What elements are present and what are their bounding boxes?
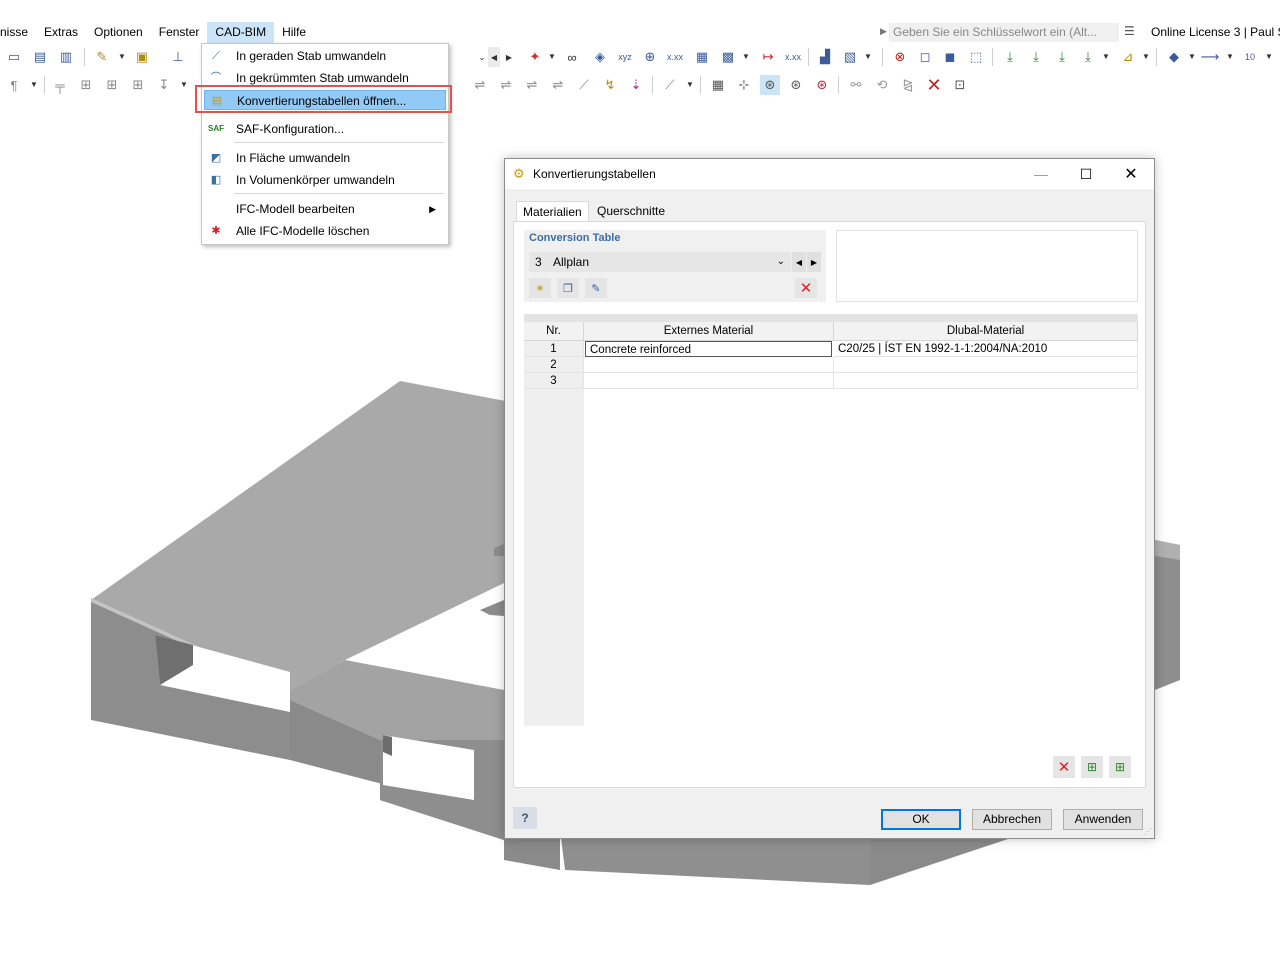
cad-bim-menu: ⟋ In geraden Stab umwandeln ⌒ In gekrümm… <box>201 43 449 245</box>
surface-icon: ◩ <box>208 150 224 166</box>
curved-member-icon: ⌒ <box>208 70 224 86</box>
conversion-table-group: Conversion Table 3Allplan ⌄ ◀ ▶ ✶ ❐ ✎ ✕ <box>524 230 826 302</box>
maximize-icon[interactable]: ☐ <box>1063 159 1109 189</box>
external-material-cell[interactable]: Concrete reinforced <box>585 341 832 357</box>
highlight-frame <box>195 85 452 113</box>
table-info-panel <box>836 230 1138 302</box>
help-icon[interactable]: ? <box>513 807 537 829</box>
dlubal-material-cell[interactable] <box>834 373 1138 389</box>
apply-button[interactable]: Anwenden <box>1063 809 1143 830</box>
conversion-table-icon: ⚙ <box>513 166 529 182</box>
conversion-table-label: Conversion Table <box>529 232 620 244</box>
conversion-table-select[interactable]: 3Allplan ⌄ <box>529 252 791 272</box>
minimize-icon[interactable]: — <box>1018 159 1064 189</box>
external-material-cell[interactable] <box>584 357 834 373</box>
dialog-title: Konvertierungstabellen <box>533 159 656 189</box>
grid-header-strip <box>524 314 1138 322</box>
tab-materialien[interactable]: Materialien <box>516 201 589 223</box>
materials-grid: Nr. Externes Material Dlubal-Material 1 … <box>524 314 1138 784</box>
table-name: Allplan <box>553 255 589 269</box>
next-table-icon[interactable]: ▶ <box>807 252 821 272</box>
row-number-column <box>524 341 584 726</box>
saf-icon: SAF <box>208 121 224 137</box>
menu-item-label: In geraden Stab umwandeln <box>236 49 386 63</box>
column-header-external-material: Externes Material <box>584 322 834 341</box>
dlubal-material-cell[interactable] <box>834 357 1138 373</box>
column-header-nr: Nr. <box>524 322 584 341</box>
delete-ifc-icon: ✱ <box>208 223 224 239</box>
chevron-down-icon: ⌄ <box>777 252 785 272</box>
delete-row-icon[interactable]: ✕ <box>1053 756 1075 778</box>
menu-item-label: In Fläche umwandeln <box>236 151 350 165</box>
row-number: 3 <box>524 373 584 389</box>
menu-separator <box>234 193 444 194</box>
solid-icon: ◧ <box>208 172 224 188</box>
table-number: 3 <box>535 252 553 272</box>
row-number: 2 <box>524 357 584 373</box>
menu-item-surface[interactable]: ◩ In Fläche umwandeln <box>204 148 446 168</box>
menu-separator <box>234 142 444 143</box>
copy-table-icon[interactable]: ❐ <box>557 278 579 298</box>
export-icon[interactable]: ⊞ <box>1109 756 1131 778</box>
ok-button[interactable]: OK <box>881 809 961 830</box>
menu-item-delete-ifc[interactable]: ✱ Alle IFC-Modelle löschen <box>204 221 446 241</box>
menu-item-label: IFC-Modell bearbeiten <box>236 202 355 216</box>
menu-item-saf-config[interactable]: SAF SAF-Konfiguration... <box>204 119 446 139</box>
dialog-titlebar: ⚙ Konvertierungstabellen — ☐ ✕ <box>505 159 1154 189</box>
tab-querschnitte[interactable]: Querschnitte <box>591 201 671 222</box>
menu-item-label: In gekrümmten Stab umwandeln <box>236 71 409 85</box>
menu-item-label: SAF-Konfiguration... <box>236 122 344 136</box>
import-icon[interactable]: ⊞ <box>1081 756 1103 778</box>
delete-table-icon[interactable]: ✕ <box>795 278 817 298</box>
edit-table-icon[interactable]: ✎ <box>585 278 607 298</box>
materials-panel: Conversion Table 3Allplan ⌄ ◀ ▶ ✶ ❐ ✎ ✕ … <box>513 221 1146 788</box>
cancel-button[interactable]: Abbrechen <box>972 809 1052 830</box>
column-header-dlubal-material: Dlubal-Material <box>834 322 1138 341</box>
external-material-cell[interactable] <box>584 373 834 389</box>
menu-item-solid[interactable]: ◧ In Volumenkörper umwandeln <box>204 170 446 190</box>
conversion-tables-dialog: ⚙ Konvertierungstabellen — ☐ ✕ Materiali… <box>504 158 1155 839</box>
submenu-arrow-icon: ▶ <box>429 199 436 219</box>
menu-item-label: Alle IFC-Modelle löschen <box>236 224 369 238</box>
resize-grip-icon[interactable]: ⋰ <box>1144 827 1152 836</box>
menu-item-edit-ifc[interactable]: IFC-Modell bearbeiten ▶ <box>204 199 446 219</box>
prev-table-icon[interactable]: ◀ <box>792 252 806 272</box>
dlubal-material-cell[interactable]: C20/25 | ÍST EN 1992-1-1:2004/NA:2010 <box>834 341 1138 357</box>
straight-member-icon: ⟋ <box>208 48 224 64</box>
new-table-icon[interactable]: ✶ <box>529 278 551 298</box>
row-number: 1 <box>524 341 584 357</box>
menu-item-straight-member[interactable]: ⟋ In geraden Stab umwandeln <box>204 46 446 66</box>
menu-item-label: In Volumenkörper umwandeln <box>236 173 395 187</box>
close-icon[interactable]: ✕ <box>1108 159 1154 189</box>
